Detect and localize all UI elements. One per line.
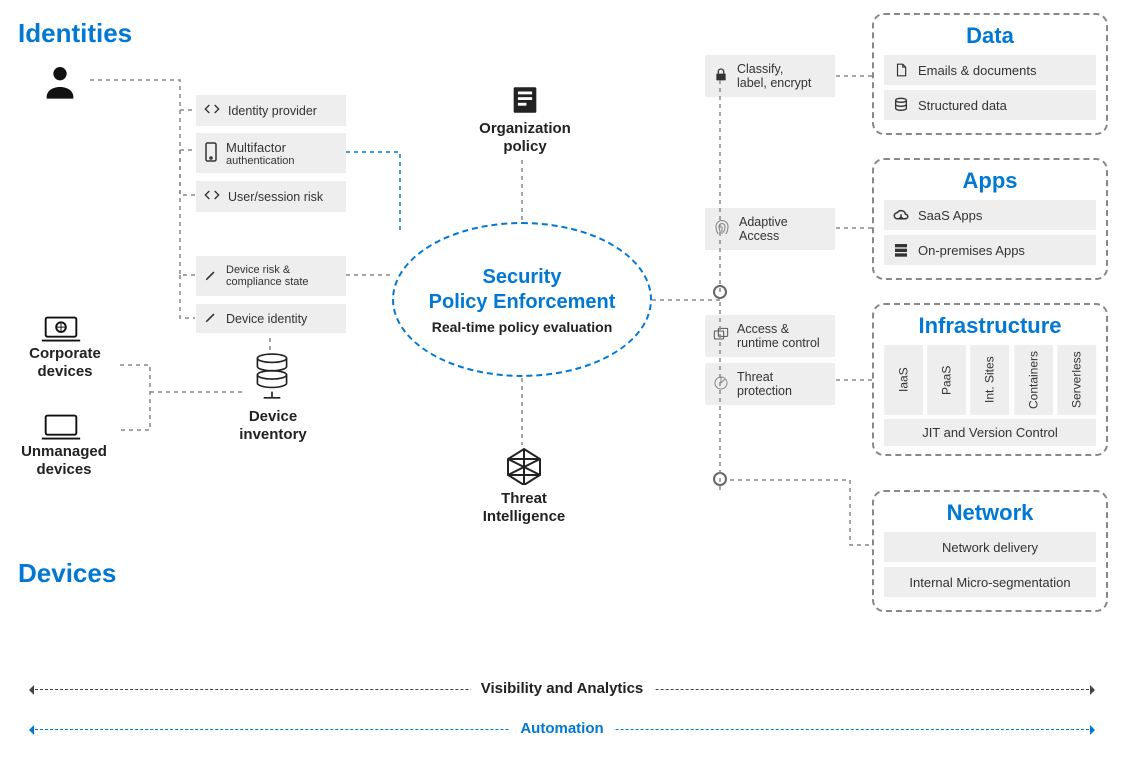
- data-panel: Data Emails & documents Structured data: [872, 13, 1108, 135]
- user-icon: [40, 62, 80, 102]
- device-identity-pill: Device identity: [196, 304, 346, 333]
- access-label-1: Access &: [737, 322, 820, 336]
- threat-prot-label-2: protection: [737, 384, 792, 398]
- ellipse-title-1: Security: [483, 266, 562, 288]
- phone-icon: [204, 142, 218, 165]
- infra-containers: Containers: [1014, 345, 1053, 415]
- devices-title: Devices: [18, 558, 116, 589]
- network-panel-title: Network: [884, 500, 1096, 526]
- threat-protection-pill: Threat protection: [705, 363, 835, 405]
- corporate-laptop-icon: [38, 310, 84, 350]
- database-icon: [892, 96, 910, 114]
- network-panel: Network Network delivery Internal Micro-…: [872, 490, 1108, 612]
- infra-jit: JIT and Version Control: [884, 419, 1096, 446]
- device-risk-label-2: compliance state: [226, 276, 309, 288]
- infra-panel: Infrastructure IaaS PaaS Int. Sites Cont…: [872, 303, 1108, 456]
- visibility-line: Visibility and Analytics: [30, 680, 1094, 698]
- windows-icon: [713, 327, 729, 346]
- network-item-microseg: Internal Micro-segmentation: [884, 567, 1096, 597]
- data-item-emails: Emails & documents: [884, 55, 1096, 85]
- code-icon: [204, 187, 220, 206]
- device-risk-label-1: Device risk &: [226, 264, 309, 276]
- access-runtime-pill: Access & runtime control: [705, 315, 835, 357]
- classify-label-2: label, encrypt: [737, 76, 811, 90]
- infra-iaas: IaaS: [884, 345, 923, 415]
- server-icon: [892, 241, 910, 259]
- infra-intsites: Int. Sites: [970, 345, 1009, 415]
- threat-intel-label: Threat Intelligence: [474, 490, 574, 526]
- unmanaged-devices-label: Unmanaged devices: [14, 443, 114, 479]
- identity-provider-label: Identity provider: [228, 104, 317, 118]
- user-session-risk-pill: User/session risk: [196, 181, 346, 212]
- node-network: [713, 472, 727, 486]
- automation-label: Automation: [510, 720, 613, 737]
- ellipse-subtitle: Real-time policy evaluation: [432, 319, 613, 335]
- unmanaged-laptop-icon: [38, 408, 84, 448]
- cloud-icon: [892, 206, 910, 224]
- infra-columns: IaaS PaaS Int. Sites Containers Serverle…: [884, 345, 1096, 415]
- ellipse-title-2: Policy Enforcement: [429, 291, 616, 313]
- device-inventory-icon: [247, 352, 297, 402]
- mfa-label-1: Multifactor: [226, 140, 295, 155]
- identity-provider-pill: Identity provider: [196, 95, 346, 126]
- device-identity-label: Device identity: [226, 312, 307, 326]
- mfa-label-2: authentication: [226, 155, 295, 167]
- network-item-delivery: Network delivery: [884, 532, 1096, 562]
- pencil-icon: [204, 310, 218, 327]
- document-icon: [505, 80, 545, 120]
- infra-panel-title: Infrastructure: [884, 313, 1096, 339]
- access-label-2: runtime control: [737, 336, 820, 350]
- adaptive-label-2: Access: [739, 229, 788, 243]
- classify-pill: Classify, label, encrypt: [705, 55, 835, 97]
- file-icon: [892, 61, 910, 79]
- adaptive-label-1: Adaptive: [739, 215, 788, 229]
- adaptive-access-pill: Adaptive Access: [705, 208, 835, 250]
- user-session-risk-label: User/session risk: [228, 190, 323, 204]
- security-policy-enforcement-ellipse: Security Policy Enforcement Real-time po…: [392, 222, 652, 377]
- node-apps: [713, 285, 727, 299]
- code-icon: [204, 101, 220, 120]
- device-inventory-label: Device inventory: [228, 408, 318, 444]
- threat-intel-icon: [504, 445, 544, 485]
- threat-prot-label-1: Threat: [737, 370, 792, 384]
- visibility-label: Visibility and Analytics: [471, 680, 654, 697]
- identities-title: Identities: [18, 18, 132, 49]
- lock-icon: [713, 67, 729, 86]
- classify-label-1: Classify,: [737, 62, 811, 76]
- pencil-icon: [204, 268, 218, 285]
- corporate-devices-label: Corporate devices: [20, 345, 110, 381]
- infra-serverless: Serverless: [1057, 345, 1096, 415]
- org-policy-label: Organization policy: [470, 120, 580, 156]
- apps-panel: Apps SaaS Apps On-premises Apps: [872, 158, 1108, 280]
- data-panel-title: Data: [884, 23, 1096, 49]
- radar-icon: [713, 375, 729, 394]
- data-item-structured: Structured data: [884, 90, 1096, 120]
- device-risk-pill: Device risk & compliance state: [196, 256, 346, 296]
- automation-line: Automation: [30, 720, 1094, 738]
- mfa-pill: Multifactor authentication: [196, 133, 346, 173]
- fingerprint-icon: [713, 219, 731, 240]
- infra-paas: PaaS: [927, 345, 966, 415]
- apps-panel-title: Apps: [884, 168, 1096, 194]
- apps-item-onprem: On-premises Apps: [884, 235, 1096, 265]
- apps-item-saas: SaaS Apps: [884, 200, 1096, 230]
